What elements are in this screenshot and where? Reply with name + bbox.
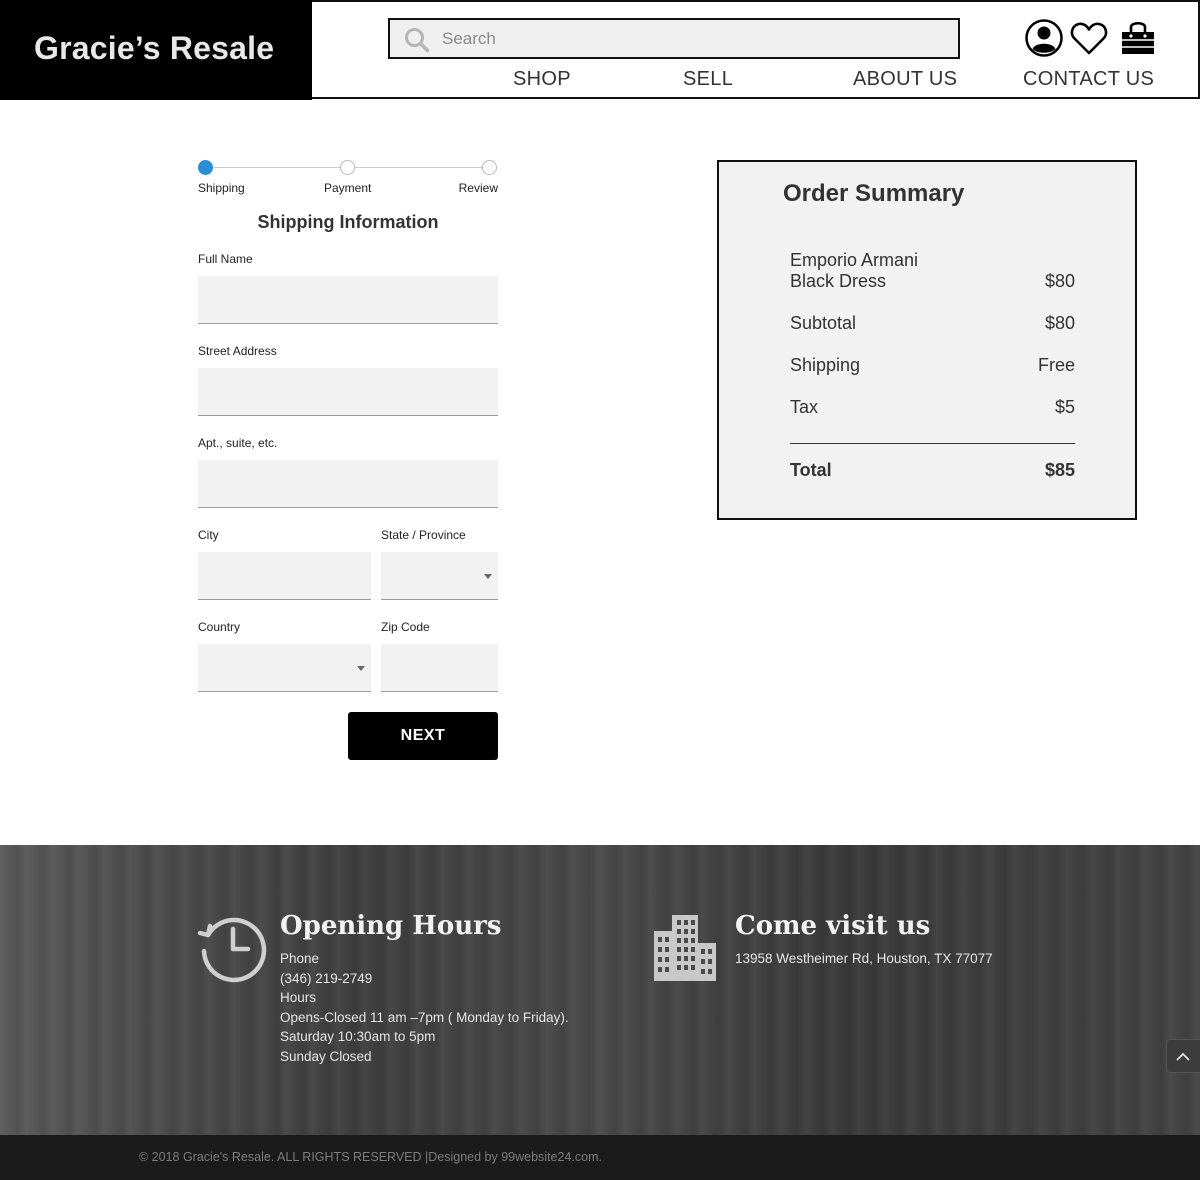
visit-us-title: Come visit us [735,911,931,941]
step-label-shipping[interactable]: Shipping [198,181,245,195]
account-icon[interactable] [1024,18,1064,58]
chevron-down-icon [484,574,492,579]
form-title: Shipping Information [257,212,439,232]
step-label-payment[interactable]: Payment [324,181,371,195]
total-label: Total [790,460,832,480]
country-select[interactable] [198,644,371,692]
hours-label: Hours [280,990,317,1006]
step-dot-review[interactable] [482,160,497,175]
subtotal-label: Subtotal [790,313,857,333]
chevron-up-icon [1176,1052,1190,1061]
chevron-down-icon [357,666,365,671]
zip-input[interactable] [381,644,498,692]
total-row: Total $85 [790,460,1075,481]
shopping-bag-icon[interactable] [1118,18,1158,58]
state-label: State / Province [381,528,466,542]
zip-label: Zip Code [381,620,430,634]
nav-sell[interactable]: SELL [683,68,733,91]
item-price: $80 [1044,271,1075,291]
brand-name: Gracie’s Resale [34,30,275,66]
subtotal-value: $80 [1044,313,1075,333]
nav-about-us[interactable]: ABOUT US [853,68,957,91]
scroll-to-top-button[interactable] [1166,1039,1200,1073]
item-name-line1: Emporio Armani [790,250,919,270]
step-dot-shipping[interactable] [198,160,213,175]
store-address: 13958 Westheimer Rd, Houston, TX 77077 [735,951,993,966]
full-name-input[interactable] [198,276,498,324]
shipping-label: Shipping [790,355,861,375]
country-label: Country [198,620,241,634]
opening-hours-title: Opening Hours [280,911,502,941]
site-footer: Opening Hours Phone (346) 219-2749 Hours… [0,845,1200,1135]
tax-row: Tax $5 [790,397,1075,418]
nav-contact-us[interactable]: CONTACT US [1023,68,1154,91]
apt-input[interactable] [198,460,498,508]
item-name-line2: Black Dress [790,271,887,291]
tax-label: Tax [790,397,819,417]
checkout-stepper: Shipping Payment Review [198,158,498,198]
site-header: Gracie’s Resale SHOP SELL ABOUT US CONTA… [0,0,1200,100]
footer-bottom-bar: © 2018 Gracie's Resale. ALL RIGHTS RESER… [0,1135,1200,1180]
opening-hours-details: Phone (346) 219-2749 Hours Opens-Closed … [280,949,569,1067]
state-select[interactable] [381,552,498,600]
order-item-row: Emporio Armani Black Dress $80 [790,250,1075,292]
search-icon[interactable] [404,27,430,53]
clock-history-icon [197,917,267,983]
apt-label: Apt., suite, etc. [198,436,278,450]
building-icon [654,915,716,981]
phone-label: Phone [280,951,320,966]
hours-sunday: Sunday Closed [280,1048,372,1064]
shipping-value: Free [1037,355,1075,375]
full-name-label: Full Name [198,252,253,266]
next-button[interactable]: NEXT [348,712,498,760]
heart-icon[interactable] [1069,18,1109,58]
tax-value: $5 [1054,397,1075,417]
city-input[interactable] [198,552,371,600]
phone-number[interactable]: (346) 219-2749 [280,969,569,989]
search-input[interactable] [442,26,942,52]
street-address-label: Street Address [198,344,277,358]
shipping-row: Shipping Free [790,355,1075,376]
summary-divider [790,443,1075,444]
order-summary: Order Summary Emporio Armani Black Dress… [717,160,1137,520]
step-label-review[interactable]: Review [459,181,498,195]
step-dot-payment[interactable] [340,160,355,175]
search-bar[interactable] [388,18,960,59]
street-address-input[interactable] [198,368,498,416]
order-summary-title: Order Summary [783,180,965,207]
city-label: City [198,528,219,542]
logo[interactable]: Gracie’s Resale [0,0,312,100]
hours-weekday: Opens-Closed 11 am –7pm ( Monday to Frid… [280,1009,569,1025]
hours-saturday: Saturday 10:30am to 5pm [280,1029,436,1045]
nav-shop[interactable]: SHOP [513,68,571,91]
copyright-text: © 2018 Gracie's Resale. ALL RIGHTS RESER… [139,1150,602,1164]
total-value: $85 [1044,460,1075,480]
subtotal-row: Subtotal $80 [790,313,1075,334]
